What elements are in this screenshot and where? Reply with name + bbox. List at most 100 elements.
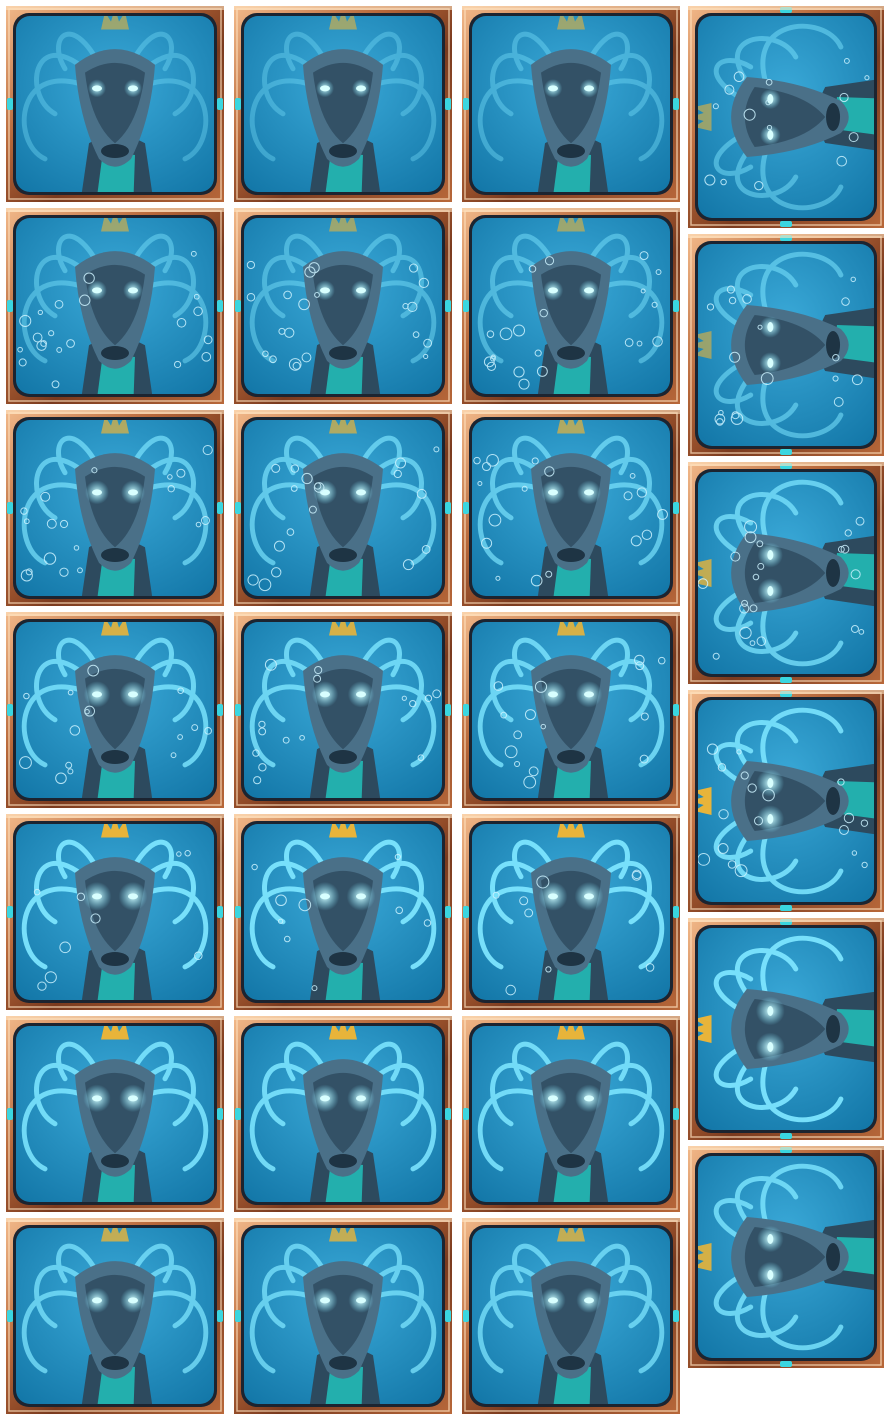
glowing-eye-icon (92, 1095, 102, 1102)
dragon-artwork (244, 420, 442, 596)
glowing-eye-icon (767, 1006, 774, 1016)
sprite-frame-r1-c2 (234, 6, 452, 202)
dragon-artwork (698, 700, 874, 902)
glowing-eye-icon (767, 586, 774, 596)
glowing-eye-icon (128, 691, 138, 698)
glowing-eye-icon (356, 1297, 366, 1304)
dragon-artwork (698, 244, 874, 446)
sprite-frame-r5-c2 (234, 814, 452, 1010)
sprite-frame-r6-c1 (6, 1016, 224, 1212)
dragon-artwork (244, 622, 442, 798)
sprite-sheet (0, 0, 888, 1416)
glowing-eye-icon (128, 287, 138, 294)
glowing-eye-icon (320, 287, 330, 294)
glowing-eye-icon (548, 691, 558, 698)
dragon-artwork (244, 1228, 442, 1404)
sprite-frame-r6-c3 (462, 1016, 680, 1212)
glowing-eye-icon (356, 287, 366, 294)
glowing-eye-icon (767, 1042, 774, 1052)
dragon-artwork (244, 824, 442, 1000)
sprite-frame-side-5 (688, 918, 884, 1140)
glowing-eye-icon (584, 287, 594, 294)
glowing-eye-icon (767, 814, 774, 824)
glowing-eye-icon (767, 358, 774, 368)
sprite-frame-r1-c1 (6, 6, 224, 202)
sprite-frame-r7-c2 (234, 1218, 452, 1414)
dragon-artwork (16, 16, 214, 192)
glowing-eye-icon (92, 489, 102, 496)
glowing-eye-icon (767, 1234, 774, 1244)
glowing-eye-icon (548, 85, 558, 92)
dragon-artwork (244, 218, 442, 394)
sprite-frame-r2-c2 (234, 208, 452, 404)
glowing-eye-icon (92, 893, 102, 900)
glowing-eye-icon (320, 691, 330, 698)
dragon-artwork (472, 824, 670, 1000)
dragon-artwork (472, 622, 670, 798)
glowing-eye-icon (548, 893, 558, 900)
sprite-frame-r2-c1 (6, 208, 224, 404)
glowing-eye-icon (92, 1297, 102, 1304)
glowing-eye-icon (320, 85, 330, 92)
glowing-eye-icon (584, 489, 594, 496)
sprite-frame-r5-c1 (6, 814, 224, 1010)
dragon-artwork (698, 16, 874, 218)
sprite-frame-r4-c2 (234, 612, 452, 808)
glowing-eye-icon (128, 1095, 138, 1102)
sprite-frame-r1-c3 (462, 6, 680, 202)
glowing-eye-icon (128, 85, 138, 92)
dragon-artwork (16, 622, 214, 798)
glowing-eye-icon (128, 893, 138, 900)
sprite-frame-side-6 (688, 1146, 884, 1368)
dragon-artwork (472, 1228, 670, 1404)
glowing-eye-icon (584, 85, 594, 92)
glowing-eye-icon (767, 322, 774, 332)
glowing-eye-icon (584, 893, 594, 900)
dragon-artwork (16, 1228, 214, 1404)
glowing-eye-icon (548, 1297, 558, 1304)
glowing-eye-icon (584, 1095, 594, 1102)
sprite-frame-r3-c3 (462, 410, 680, 606)
dragon-artwork (698, 928, 874, 1130)
glowing-eye-icon (92, 287, 102, 294)
glowing-eye-icon (767, 130, 774, 140)
dragon-artwork (698, 1156, 874, 1358)
glowing-eye-icon (767, 778, 774, 788)
sprite-frame-r6-c2 (234, 1016, 452, 1212)
sprite-frame-r7-c1 (6, 1218, 224, 1414)
sprite-frame-r5-c3 (462, 814, 680, 1010)
dragon-artwork (244, 1026, 442, 1202)
dragon-artwork (472, 420, 670, 596)
glowing-eye-icon (356, 489, 366, 496)
glowing-eye-icon (356, 1095, 366, 1102)
glowing-eye-icon (356, 893, 366, 900)
sprite-frame-r4-c3 (462, 612, 680, 808)
dragon-artwork (472, 218, 670, 394)
sprite-frame-r3-c1 (6, 410, 224, 606)
sprite-frame-r7-c3 (462, 1218, 680, 1414)
dragon-artwork (16, 824, 214, 1000)
dragon-artwork (16, 420, 214, 596)
glowing-eye-icon (548, 287, 558, 294)
glowing-eye-icon (584, 1297, 594, 1304)
sprite-frame-side-2 (688, 234, 884, 456)
glowing-eye-icon (320, 489, 330, 496)
glowing-eye-icon (320, 893, 330, 900)
glowing-eye-icon (320, 1095, 330, 1102)
glowing-eye-icon (767, 550, 774, 560)
glowing-eye-icon (548, 489, 558, 496)
sprite-frame-side-4 (688, 690, 884, 912)
dragon-artwork (472, 16, 670, 192)
sprite-frame-side-3 (688, 462, 884, 684)
dragon-artwork (16, 218, 214, 394)
dragon-artwork (244, 16, 442, 192)
dragon-artwork (698, 472, 874, 674)
glowing-eye-icon (548, 1095, 558, 1102)
sprite-frame-r2-c3 (462, 208, 680, 404)
dragon-artwork (16, 1026, 214, 1202)
glowing-eye-icon (767, 1270, 774, 1280)
glowing-eye-icon (128, 489, 138, 496)
glowing-eye-icon (584, 691, 594, 698)
sprite-frame-side-1 (688, 6, 884, 228)
glowing-eye-icon (92, 85, 102, 92)
